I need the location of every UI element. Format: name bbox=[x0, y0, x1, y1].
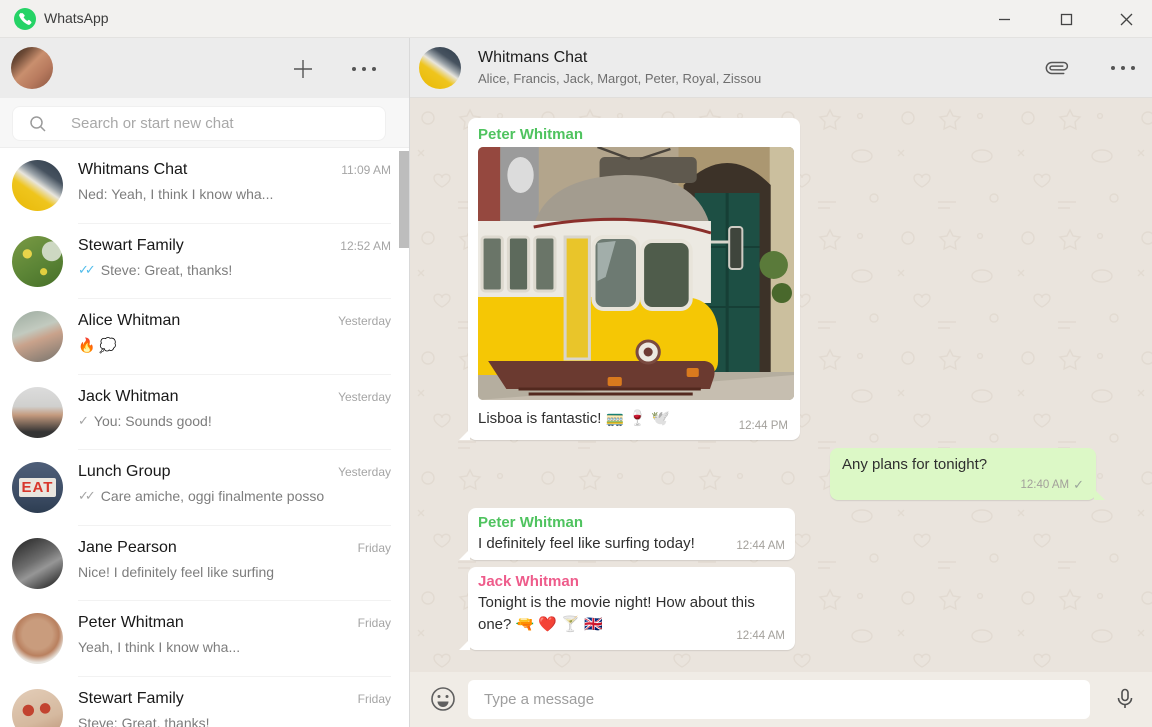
chat-title: Whitmans Chat bbox=[478, 49, 588, 66]
photo-caption-row: Lisboa is fantastic! 🚃 🍷 🕊️ 12:44 PM bbox=[478, 400, 794, 440]
chat-time: Friday bbox=[357, 691, 391, 706]
messages-area: Peter Whitman Lisboa is fantastic! 🚃 🍷 🕊… bbox=[410, 98, 1152, 672]
search-input[interactable] bbox=[71, 108, 371, 139]
tram-photo[interactable] bbox=[478, 147, 794, 400]
avatar bbox=[12, 613, 63, 664]
double-tick-blue-icon: ✓✓ bbox=[78, 261, 96, 277]
double-tick-icon: ✓✓ bbox=[78, 488, 96, 503]
emoji-button[interactable] bbox=[426, 682, 460, 716]
maximize-button[interactable] bbox=[1043, 0, 1089, 38]
avatar: EAT bbox=[12, 462, 63, 513]
attach-button[interactable] bbox=[1040, 51, 1074, 85]
chat-name: Stewart Family bbox=[78, 689, 184, 707]
chat-list-item-stewart-family-2[interactable]: Stewart Family Friday Steve: Great, thank… bbox=[0, 676, 409, 727]
chat-time: 11:09 AM bbox=[341, 163, 391, 177]
titlebar: WhatsApp bbox=[0, 0, 1152, 38]
chat-list-item-stewart-family[interactable]: Stewart Family 12:52 AM ✓✓ Steve: Great, t… bbox=[0, 223, 409, 299]
photo-caption: Lisboa is fantastic! 🚃 🍷 🕊️ bbox=[478, 410, 670, 427]
whatsapp-logo-icon bbox=[14, 8, 36, 30]
sidebar-menu-button[interactable] bbox=[347, 52, 381, 86]
sidebar-header bbox=[0, 38, 409, 98]
chat-list-item-jack-whitman[interactable]: Jack Whitman Yesterday ✓ You: Sounds good! bbox=[0, 374, 409, 450]
chat-preview: ✓ You: Sounds good! bbox=[78, 412, 212, 429]
new-chat-button[interactable] bbox=[286, 52, 320, 86]
chat-time: Friday bbox=[357, 616, 391, 630]
sidebar: Whitmans Chat 11:09 AM Ned: Yeah, I think… bbox=[0, 38, 410, 727]
chat-list-item-jane-pearson[interactable]: Jane Pearson Friday Nice! I definitely fe… bbox=[0, 525, 409, 601]
composer-bar bbox=[410, 672, 1152, 727]
minimize-button[interactable] bbox=[981, 0, 1027, 38]
chat-time: 12:52 AM bbox=[340, 238, 391, 253]
chat-preview: Ned: Yeah, I think I know wha... bbox=[78, 186, 274, 202]
chat-name: Peter Whitman bbox=[78, 614, 184, 631]
whatsapp-window: WhatsApp Search or start new chat Whitma… bbox=[0, 0, 1152, 727]
chat-name: Stewart Family bbox=[78, 236, 184, 254]
avatar bbox=[12, 160, 63, 211]
chat-time: Yesterday bbox=[338, 465, 391, 479]
sent-tick-icon: ✓ bbox=[1073, 477, 1084, 492]
chat-name: Whitmans Chat bbox=[78, 161, 188, 178]
message-incoming-photo: Peter Whitman Lisboa is fantastic! 🚃 🍷 🕊… bbox=[459, 118, 800, 440]
message-input[interactable] bbox=[468, 680, 1090, 719]
chat-list-item-alice-whitman[interactable]: Alice Whitman Yesterday 🔥 💭 bbox=[0, 299, 409, 375]
message-time: 12:44 PM bbox=[738, 420, 788, 432]
message-sender: Jack Whitman bbox=[478, 573, 579, 590]
search-icon bbox=[30, 116, 46, 132]
microphone-button[interactable] bbox=[1108, 682, 1142, 716]
chat-time: Yesterday bbox=[338, 314, 391, 328]
chat-preview: Steve: Great, thanks! bbox=[78, 714, 210, 727]
avatar bbox=[12, 537, 63, 589]
avatar bbox=[12, 688, 63, 727]
message-time: 12:40 AM bbox=[1020, 479, 1070, 491]
chat-menu-button[interactable] bbox=[1106, 51, 1140, 85]
chat-header[interactable]: Whitmans Chat Alice, Francis, Jack, Marg… bbox=[410, 38, 1152, 98]
chat-preview: Yeah, I think I know wha... bbox=[78, 639, 241, 655]
chat-list-item-peter-whitman[interactable]: Peter Whitman Friday Yeah, I think I know… bbox=[0, 601, 409, 677]
chat-name: Alice Whitman bbox=[78, 312, 181, 329]
avatar bbox=[12, 235, 63, 287]
message-text: Any plans for tonight? bbox=[842, 456, 988, 473]
chat-time: Friday bbox=[357, 540, 391, 555]
chat-name: Jane Pearson bbox=[78, 538, 177, 556]
chat-list-item-lunch-group[interactable]: EAT Lunch Group Yesterday ✓✓ Care amiche, … bbox=[0, 450, 409, 526]
chat-preview: ✓✓ Steve: Great, thanks! bbox=[78, 261, 233, 278]
chat-list: Whitmans Chat 11:09 AM Ned: Yeah, I think… bbox=[0, 148, 409, 727]
app-title: WhatsApp bbox=[44, 10, 109, 26]
close-button[interactable] bbox=[1103, 0, 1149, 38]
sidebar-scrollbar[interactable] bbox=[399, 151, 409, 248]
chat-participants: Alice, Francis, Jack, Margot, Peter, Roy… bbox=[478, 71, 762, 86]
chat-name: Lunch Group bbox=[78, 463, 171, 480]
message-incoming: Jack Whitman Tonight is the movie night!… bbox=[459, 567, 795, 650]
chat-name: Jack Whitman bbox=[78, 387, 179, 405]
group-avatar[interactable] bbox=[419, 47, 461, 89]
avatar bbox=[12, 386, 63, 438]
message-outgoing: Any plans for tonight? 12:40 AM ✓ bbox=[830, 448, 1105, 500]
chat-pane: Whitmans Chat Alice, Francis, Jack, Marg… bbox=[410, 38, 1152, 727]
chat-preview: ✓✓ Care amiche, oggi finalmente posso bbox=[78, 488, 325, 504]
message-time: 12:44 AM bbox=[736, 630, 785, 642]
search-box[interactable] bbox=[12, 106, 386, 141]
chat-list-item-whitmans-chat[interactable]: Whitmans Chat 11:09 AM Ned: Yeah, I think… bbox=[0, 148, 409, 224]
avatar-text: EAT bbox=[18, 478, 57, 497]
message-sender: Peter Whitman bbox=[478, 514, 584, 531]
message-incoming: Peter Whitman I definitely feel like sur… bbox=[459, 508, 795, 560]
chat-time: Yesterday bbox=[338, 389, 391, 404]
message-time: 12:44 AM bbox=[736, 540, 785, 552]
my-profile-avatar[interactable] bbox=[11, 47, 53, 89]
chat-preview: Nice! I definitely feel like surfing bbox=[78, 563, 275, 580]
search-area bbox=[0, 98, 409, 148]
message-sender: Peter Whitman bbox=[478, 126, 584, 143]
avatar bbox=[12, 311, 63, 362]
single-tick-icon: ✓ bbox=[78, 412, 89, 428]
chat-preview: 🔥 💭 bbox=[78, 337, 117, 353]
